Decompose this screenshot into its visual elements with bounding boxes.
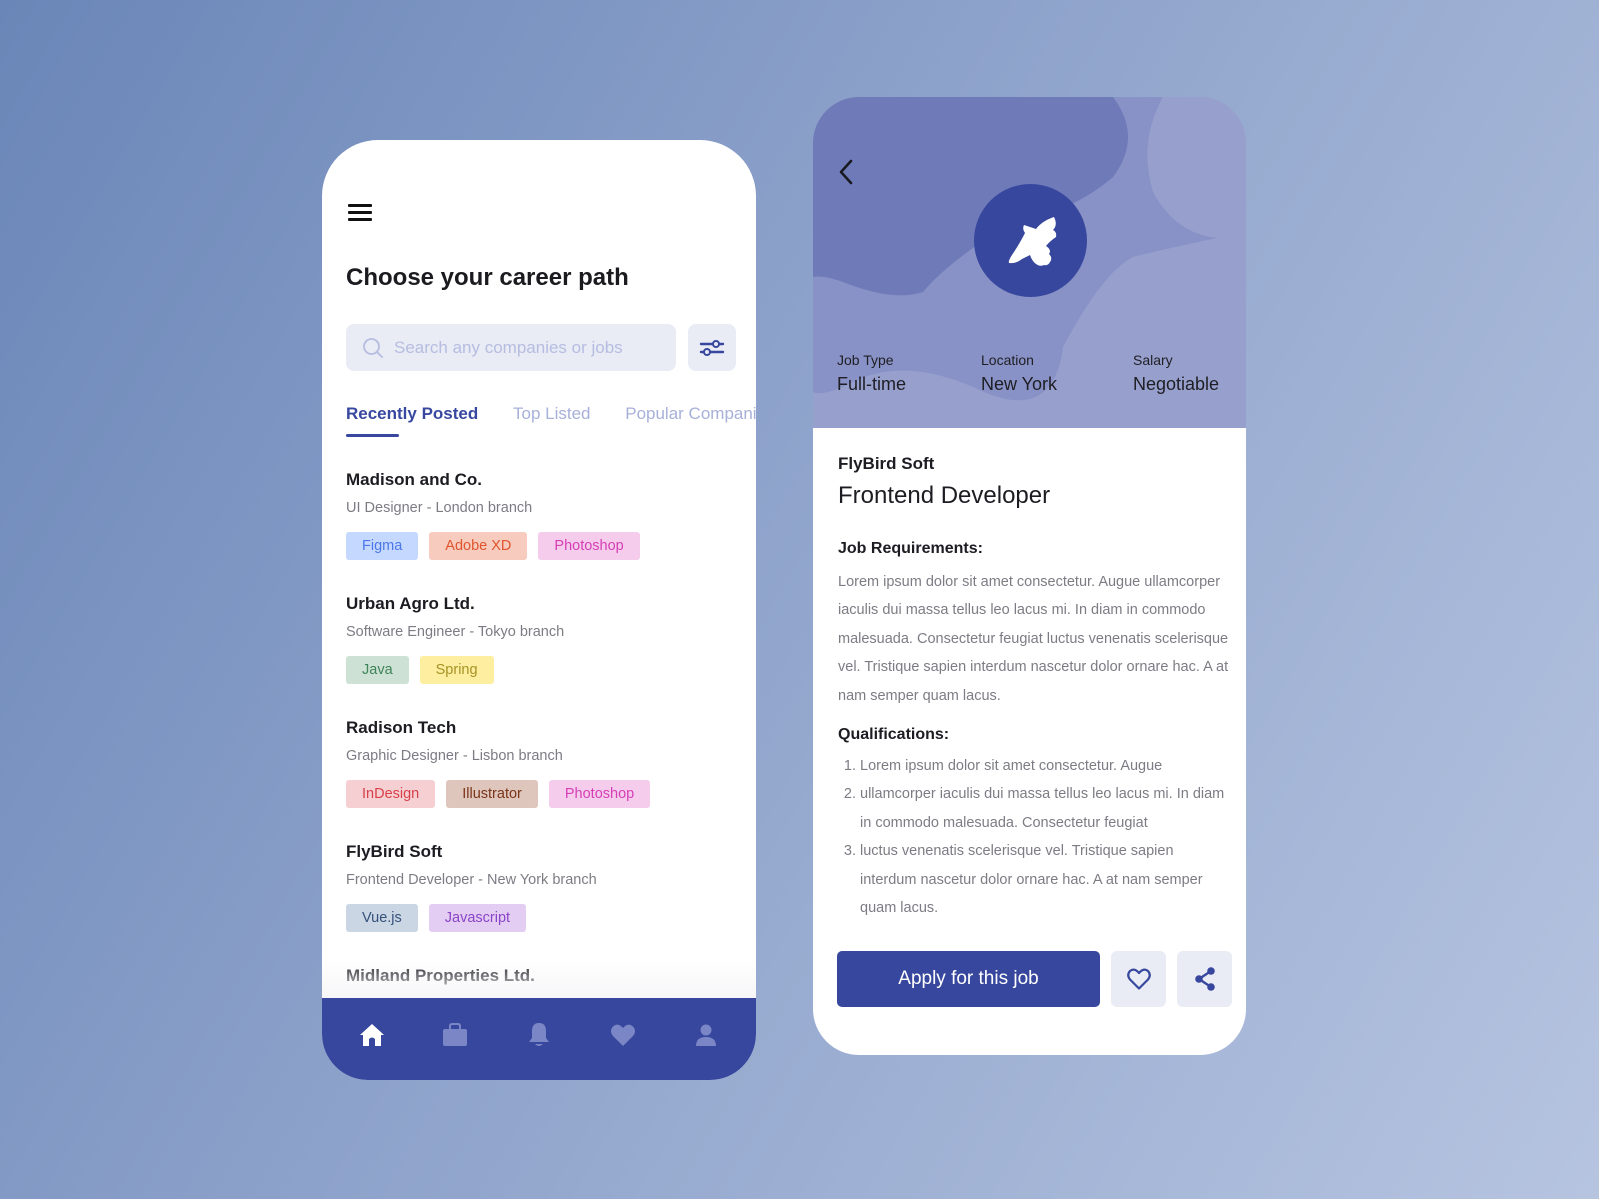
detail-job-title: Frontend Developer bbox=[838, 482, 1051, 509]
job-list-item[interactable]: Urban Agro Ltd. Software Engineer - Toky… bbox=[346, 594, 746, 718]
tab-popular-companies[interactable]: Popular Companies bbox=[625, 404, 756, 424]
job-role: Software Engineer - Tokyo branch bbox=[346, 624, 565, 640]
job-company: Madison and Co. bbox=[346, 470, 482, 489]
tab-recently-posted[interactable]: Recently Posted bbox=[346, 404, 478, 437]
meta-label: Location bbox=[981, 352, 1034, 368]
heart-outline-icon bbox=[1126, 968, 1151, 990]
page-title: Choose your career path bbox=[346, 264, 629, 291]
job-role: Frontend Developer - New York branch bbox=[346, 872, 597, 888]
category-tabs: Recently Posted Top Listed Popular Compa… bbox=[346, 404, 756, 437]
skill-tag: Spring bbox=[419, 656, 494, 684]
filter-button[interactable] bbox=[688, 324, 736, 371]
job-company: Radison Tech bbox=[346, 718, 457, 737]
tab-top-listed[interactable]: Top Listed bbox=[513, 404, 591, 424]
meta-label: Job Type bbox=[837, 352, 894, 368]
qualification-item: luctus venenatis scelerisque vel. Tristi… bbox=[860, 837, 1233, 922]
search-icon bbox=[363, 337, 383, 358]
apply-button[interactable]: Apply for this job bbox=[837, 951, 1100, 1007]
job-role: Graphic Designer - Lisbon branch bbox=[346, 748, 563, 764]
skill-tag: Photoshop bbox=[538, 532, 640, 560]
skill-tags: InDesign Illustrator Photoshop bbox=[346, 780, 746, 808]
favorite-button[interactable] bbox=[1111, 951, 1166, 1007]
skill-tag: Java bbox=[346, 656, 409, 684]
detail-company: FlyBird Soft bbox=[838, 454, 935, 473]
hamburger-menu-icon[interactable] bbox=[348, 204, 372, 224]
job-role: UI Designer - London branch bbox=[346, 500, 533, 516]
company-header: Job Type Full-time Location New York Sal… bbox=[813, 97, 1246, 428]
nav-home[interactable] bbox=[352, 1015, 392, 1055]
qualification-item: ullamcorper iaculis dui massa tellus leo… bbox=[860, 780, 1233, 837]
skill-tags: Java Spring bbox=[346, 656, 746, 684]
skill-tag: Figma bbox=[346, 532, 419, 560]
job-list-item[interactable]: FlyBird Soft Frontend Developer - New Yo… bbox=[346, 842, 746, 966]
home-icon bbox=[359, 1024, 384, 1046]
job-company: FlyBird Soft bbox=[346, 842, 443, 861]
skill-tag: Illustrator bbox=[446, 780, 538, 808]
job-detail-screen: Job Type Full-time Location New York Sal… bbox=[813, 97, 1246, 1055]
requirements-text: Lorem ipsum dolor sit amet consectetur. … bbox=[838, 574, 1229, 704]
chevron-left-icon[interactable] bbox=[835, 157, 859, 187]
list-fade-overlay bbox=[322, 960, 756, 1000]
heart-icon bbox=[610, 1024, 635, 1046]
qualification-item: Lorem ipsum dolor sit amet consectetur. … bbox=[860, 752, 1233, 780]
nav-notifications[interactable] bbox=[519, 1015, 559, 1055]
qualifications-heading: Qualifications: bbox=[838, 726, 950, 744]
job-list-item[interactable]: Radison Tech Graphic Designer - Lisbon b… bbox=[346, 718, 746, 842]
skill-tags: Figma Adobe XD Photoshop bbox=[346, 532, 746, 560]
job-list-screen: Choose your career path Recently Posted … bbox=[322, 140, 756, 1080]
skill-tag: InDesign bbox=[346, 780, 436, 808]
meta-label: Salary bbox=[1133, 352, 1173, 368]
meta-value: Full-time bbox=[837, 374, 907, 394]
job-company: Urban Agro Ltd. bbox=[346, 594, 475, 613]
requirements-heading: Job Requirements: bbox=[838, 540, 983, 557]
skill-tag: Photoshop bbox=[548, 780, 651, 808]
company-logo bbox=[974, 184, 1087, 297]
share-button[interactable] bbox=[1177, 951, 1232, 1007]
job-list-item[interactable]: Madison and Co. UI Designer - London bra… bbox=[346, 470, 746, 594]
bottom-nav bbox=[322, 998, 756, 1080]
skill-tag: Javascript bbox=[428, 904, 527, 932]
sliders-icon bbox=[699, 339, 725, 356]
bird-logo-icon bbox=[1008, 216, 1056, 266]
job-detail-body: FlyBird Soft Frontend Developer Job Requ… bbox=[838, 454, 1233, 922]
bell-icon bbox=[528, 1023, 549, 1046]
meta-job-type: Job Type Full-time bbox=[837, 352, 906, 395]
nav-profile[interactable] bbox=[686, 1015, 726, 1055]
search-input[interactable] bbox=[394, 337, 664, 358]
skill-tags: Vue.js Javascript bbox=[346, 904, 746, 932]
skill-tag: Adobe XD bbox=[429, 532, 528, 560]
meta-salary: Salary Negotiable bbox=[1133, 352, 1219, 395]
meta-value: New York bbox=[981, 374, 1058, 394]
nav-favorites[interactable] bbox=[603, 1015, 643, 1055]
share-icon bbox=[1194, 967, 1215, 991]
search-bar[interactable] bbox=[346, 324, 676, 371]
meta-location: Location New York bbox=[981, 352, 1057, 395]
briefcase-icon bbox=[443, 1023, 468, 1046]
user-icon bbox=[696, 1024, 717, 1046]
skill-tag: Vue.js bbox=[346, 904, 418, 932]
qualifications-list: Lorem ipsum dolor sit amet consectetur. … bbox=[838, 752, 1233, 922]
meta-value: Negotiable bbox=[1133, 374, 1220, 394]
action-bar: Apply for this job bbox=[837, 951, 1232, 1007]
nav-jobs[interactable] bbox=[435, 1015, 475, 1055]
